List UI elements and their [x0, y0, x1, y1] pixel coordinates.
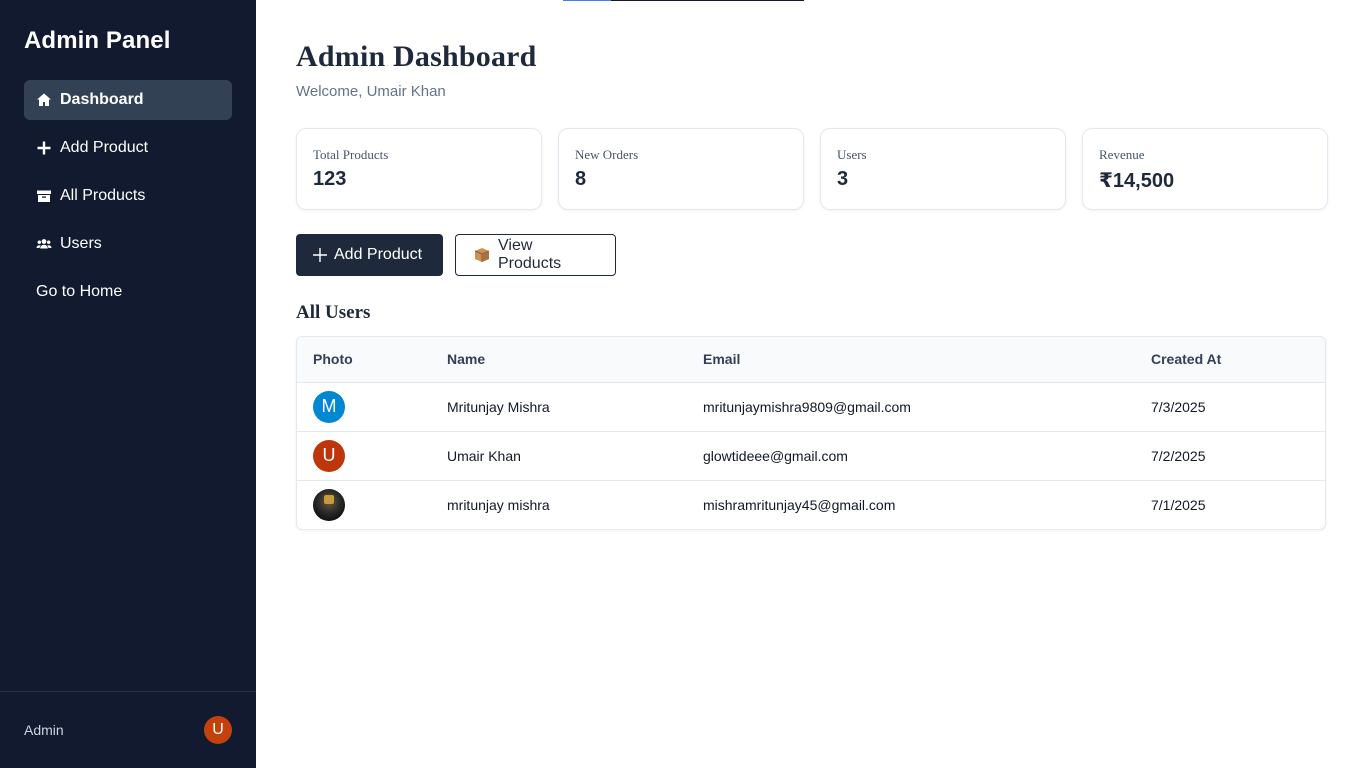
- box-icon: [36, 188, 52, 204]
- stat-value: ₹14,500: [1099, 170, 1175, 192]
- user-email: glowtideee@gmail.com: [703, 447, 848, 464]
- sidebar-item-all-products[interactable]: All Products: [24, 176, 232, 216]
- package-icon: [472, 245, 492, 265]
- sidebar-item-dashboard[interactable]: Dashboard: [24, 80, 232, 120]
- avatar: M: [313, 390, 345, 423]
- sidebar-item-label: All Products: [60, 187, 146, 204]
- view-products-label: View Products: [498, 237, 562, 272]
- plus-icon: [36, 140, 52, 156]
- column-header-name: Name: [447, 351, 486, 368]
- users-section-title: All Users: [296, 302, 371, 323]
- stat-label: New Orders: [575, 147, 639, 162]
- stat-card-users: Users 3: [820, 128, 1066, 210]
- users-icon: [36, 236, 52, 252]
- avatar: U: [313, 439, 345, 472]
- home-icon: [36, 92, 52, 108]
- user-name: Mritunjay Mishra: [447, 398, 550, 415]
- stat-label: Users: [837, 147, 867, 162]
- stat-label: Revenue: [1099, 147, 1145, 162]
- user-created-at: 7/2/2025: [1151, 447, 1206, 464]
- sidebar-item-label: Users: [60, 235, 102, 252]
- sidebar-nav: Dashboard Add Product All Products Users…: [24, 80, 232, 320]
- stat-card-new-orders: New Orders 8: [558, 128, 804, 210]
- view-products-button[interactable]: View Products: [455, 234, 616, 276]
- user-name: Umair Khan: [447, 447, 521, 464]
- user-email: mishramritunjay45@gmail.com: [703, 496, 896, 513]
- sidebar-item-label: Add Product: [60, 139, 149, 156]
- stat-card-revenue: Revenue ₹14,500: [1082, 128, 1328, 210]
- table-row: M Mritunjay Mishra mritunjaymishra9809@g…: [297, 382, 1325, 431]
- column-header-created-at: Created At: [1151, 351, 1222, 368]
- column-header-email: Email: [703, 351, 741, 368]
- sidebar-item-label: Dashboard: [60, 91, 144, 108]
- table-row: U Umair Khan glowtideee@gmail.com 7/2/20…: [297, 431, 1325, 480]
- stat-label: Total Products: [313, 147, 389, 162]
- page-title: Admin Dashboard: [296, 40, 537, 73]
- sidebar-footer: Admin U: [0, 691, 256, 768]
- user-name: mritunjay mishra: [447, 496, 550, 513]
- page-loading-bar-fill: [563, 0, 611, 1]
- table-header-row: Photo Name Email Created At: [297, 337, 1325, 382]
- table-row: mritunjay mishra mishramritunjay45@gmail…: [297, 480, 1325, 529]
- stats-row: Total Products 123 New Orders 8 Users 3 …: [296, 128, 1328, 210]
- add-product-button[interactable]: Add Product: [296, 234, 443, 276]
- user-created-at: 7/1/2025: [1151, 496, 1206, 513]
- stat-value: 123: [313, 168, 347, 190]
- stat-value: 8: [575, 168, 587, 190]
- plus-icon: [312, 247, 328, 263]
- sidebar-item-go-home[interactable]: Go to Home: [24, 272, 232, 312]
- stat-card-total-products: Total Products 123: [296, 128, 542, 210]
- sidebar-item-label: Go to Home: [36, 283, 123, 300]
- column-header-photo: Photo: [313, 351, 353, 368]
- avatar-photo: [313, 488, 345, 521]
- avatar[interactable]: U: [204, 716, 232, 744]
- user-created-at: 7/3/2025: [1151, 398, 1206, 415]
- welcome-text: Welcome, Umair Khan: [296, 83, 446, 100]
- users-table: Photo Name Email Created At M Mritunjay …: [296, 336, 1326, 530]
- add-product-label: Add Product: [334, 246, 423, 263]
- user-email: mritunjaymishra9809@gmail.com: [703, 398, 911, 415]
- sidebar: Admin Panel Dashboard Add Product All Pr…: [0, 0, 256, 768]
- action-buttons: Add Product View Products: [296, 234, 616, 276]
- sidebar-item-add-product[interactable]: Add Product: [24, 128, 232, 168]
- sidebar-item-users[interactable]: Users: [24, 224, 232, 264]
- stat-value: 3: [837, 168, 849, 190]
- user-role: Admin: [24, 722, 64, 738]
- sidebar-brand: Admin Panel: [24, 27, 171, 54]
- page-loading-bar: [563, 0, 804, 1]
